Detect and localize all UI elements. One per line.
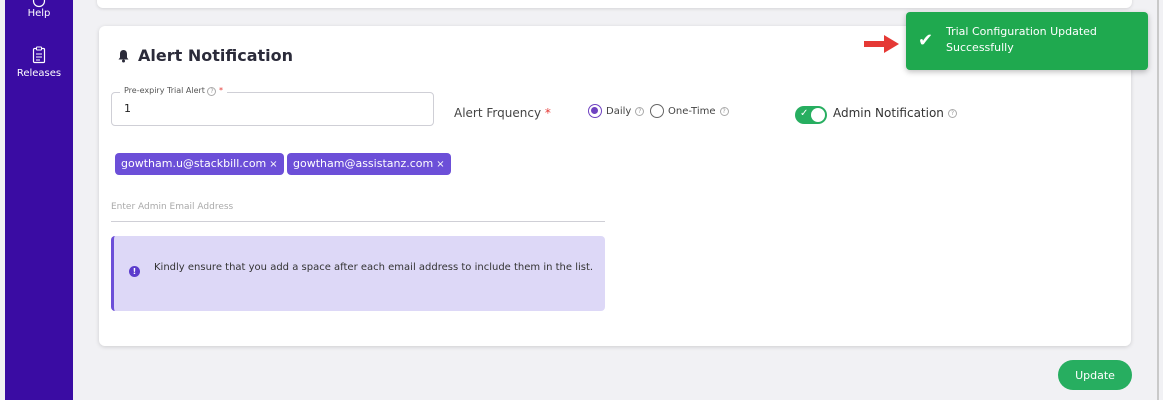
section-title: Alert Notification [117, 46, 293, 65]
info-notice: ! Kindly ensure that you add a space aft… [111, 236, 605, 311]
previous-card [97, 0, 1132, 8]
email-chip: gowtham@assistanz.com × [287, 153, 451, 175]
toast-message: Trial Configuration Updated Successfully [946, 25, 1097, 54]
help-icon: ? [947, 108, 957, 118]
check-icon: ✓ [800, 108, 809, 119]
red-arrow-icon [864, 35, 899, 53]
help-icon [32, 0, 46, 8]
remove-chip-icon[interactable]: × [269, 159, 277, 170]
info-icon: ! [129, 266, 140, 277]
pre-expiry-trial-alert-value[interactable]: 1 [124, 102, 131, 115]
scrollbar[interactable] [1157, 0, 1159, 400]
sidebar-item-label: Releases [16, 68, 62, 79]
check-icon: ✔ [918, 30, 934, 51]
clipboard-icon [32, 46, 46, 64]
alert-frequency-label: Alert Frquency * [454, 106, 551, 120]
radio-daily[interactable]: Daily ? [588, 104, 645, 118]
remove-chip-icon[interactable]: × [436, 159, 444, 170]
sidebar-item-releases[interactable]: Releases [5, 46, 73, 79]
alert-notification-card: Alert Notification Pre-expiry Trial Aler… [99, 26, 1131, 346]
bell-icon [118, 49, 129, 62]
admin-notification-label: Admin Notification ? [833, 106, 957, 120]
sidebar-item-help[interactable]: Help [5, 0, 73, 19]
help-icon: ? [719, 106, 729, 116]
radio-unselected-icon [650, 104, 664, 118]
admin-notification-toggle[interactable]: ✓ [795, 106, 827, 124]
success-toast: ✔ Trial Configuration Updated Successful… [906, 12, 1148, 70]
update-button[interactable]: Update [1058, 360, 1132, 390]
section-title-text: Alert Notification [138, 46, 293, 65]
pre-expiry-trial-alert-label: Pre-expiry Trial Alert ? * [120, 86, 228, 96]
sidebar: Help Releases [5, 0, 73, 400]
radio-selected-icon [588, 104, 602, 118]
email-chip: gowtham.u@stackbill.com × [115, 153, 284, 175]
help-icon: ? [207, 87, 217, 96]
pre-expiry-trial-alert-field[interactable]: Pre-expiry Trial Alert ? * 1 [111, 86, 434, 126]
sidebar-item-label: Help [27, 8, 51, 19]
help-icon: ? [635, 106, 645, 116]
admin-email-input[interactable] [111, 192, 605, 222]
notice-text: Kindly ensure that you add a space after… [154, 262, 594, 273]
radio-one-time[interactable]: One-Time ? [650, 104, 729, 118]
